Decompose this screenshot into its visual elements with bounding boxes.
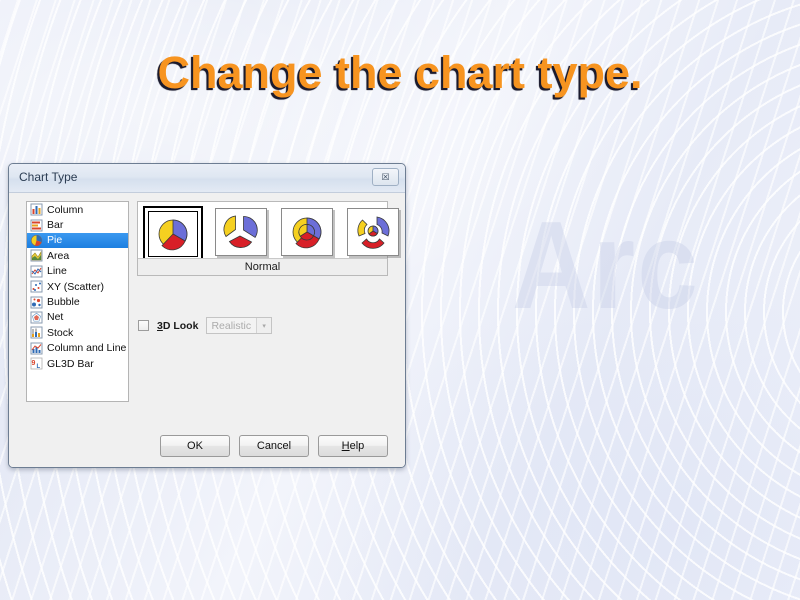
column-chart-icon [30, 203, 43, 216]
help-label-rest: elp [349, 440, 365, 452]
close-icon[interactable]: ☒ [372, 168, 399, 186]
gl3d-bar-chart-icon: 9L [30, 357, 43, 370]
chart-type-item-area[interactable]: Area [27, 248, 128, 263]
column-line-chart-icon [30, 342, 43, 355]
chart-type-dialog: Chart Type ☒ Column Bar Pie Area Line XY (Sca… [8, 163, 406, 468]
chart-variant-donut[interactable] [279, 206, 335, 262]
pie-exploded-donut-icon [347, 208, 399, 256]
chart-type-list[interactable]: Column Bar Pie Area Line XY (Scatter) Bubble Ne… [26, 201, 129, 402]
cancel-button[interactable]: Cancel [239, 435, 309, 457]
chart-type-item-label: Net [47, 311, 64, 324]
svg-text:9: 9 [32, 360, 36, 367]
chart-variant-thumbnails[interactable] [138, 202, 399, 262]
net-chart-icon [30, 311, 43, 324]
chart-variant-panel: Normal [137, 201, 399, 276]
chart-variant-label: Normal [138, 258, 387, 275]
chart-type-item-label: Pie [47, 234, 63, 247]
chart-type-item-label: GL3D Bar [47, 357, 94, 370]
threed-look-label[interactable]: 3D Look [157, 320, 198, 332]
bar-chart-icon [30, 219, 43, 232]
chart-type-item-column-and-line[interactable]: Column and Line [27, 341, 128, 356]
chart-type-item-stock[interactable]: Stock [27, 325, 128, 340]
dialog-button-row: OK Cancel Help [160, 435, 388, 457]
chart-type-item-pie[interactable]: Pie [27, 232, 128, 249]
svg-text:L: L [37, 364, 41, 370]
pie-donut-icon [281, 208, 333, 256]
line-chart-icon [30, 265, 43, 278]
chart-variant-normal[interactable] [143, 206, 203, 262]
chart-variant-exploded-pie[interactable] [213, 206, 269, 262]
chart-type-item-xy-scatter[interactable]: XY (Scatter) [27, 279, 128, 294]
chart-type-item-bubble[interactable]: Bubble [27, 294, 128, 309]
slide: Arc Change the chart type. Chart Type ☒ … [0, 0, 800, 600]
chart-type-item-column[interactable]: Column [27, 202, 128, 217]
chart-type-item-label: Bar [47, 219, 64, 232]
pie-normal-icon [148, 211, 198, 257]
bubble-chart-icon [30, 296, 43, 309]
threed-look-row: 3D Look Realistic ▾ [138, 317, 273, 334]
shading-mode-select[interactable]: Realistic ▾ [206, 317, 273, 334]
chart-type-item-label: XY (Scatter) [47, 280, 104, 293]
chart-type-item-net[interactable]: Net [27, 310, 128, 325]
area-chart-icon [30, 249, 43, 262]
chart-type-item-label: Stock [47, 326, 74, 339]
pie-chart-icon [30, 234, 43, 247]
help-button[interactable]: Help [318, 435, 388, 457]
chart-type-item-gl3d-bar[interactable]: 9 L GL3D Bar [27, 356, 128, 371]
scatter-chart-icon [30, 280, 43, 293]
stock-chart-icon [30, 326, 43, 339]
shading-mode-value: Realistic [211, 319, 252, 332]
chart-type-item-label: Column [47, 203, 84, 216]
pie-exploded-icon [215, 208, 267, 256]
chart-type-item-bar[interactable]: Bar [27, 217, 128, 232]
ok-button[interactable]: OK [160, 435, 230, 457]
chart-variant-exploded-donut[interactable] [345, 206, 401, 262]
chart-type-item-label: Line [47, 265, 67, 278]
chevron-down-icon: ▾ [256, 318, 272, 333]
dialog-body: Column Bar Pie Area Line XY (Scatter) Bubble Ne… [9, 193, 405, 467]
page-title: Change the chart type. [157, 47, 643, 98]
dialog-titlebar[interactable]: Chart Type ☒ [9, 164, 405, 193]
help-accesskey: H [341, 440, 350, 452]
threed-look-label-rest: D Look [162, 319, 199, 332]
chart-type-item-line[interactable]: Line [27, 264, 128, 279]
background-watermark: Arc [512, 197, 701, 336]
chart-type-item-label: Bubble [47, 296, 80, 309]
chart-type-item-label: Column and Line [47, 342, 127, 355]
dialog-title: Chart Type [19, 170, 78, 184]
threed-look-checkbox[interactable] [138, 320, 149, 331]
chart-type-item-label: Area [47, 249, 70, 262]
